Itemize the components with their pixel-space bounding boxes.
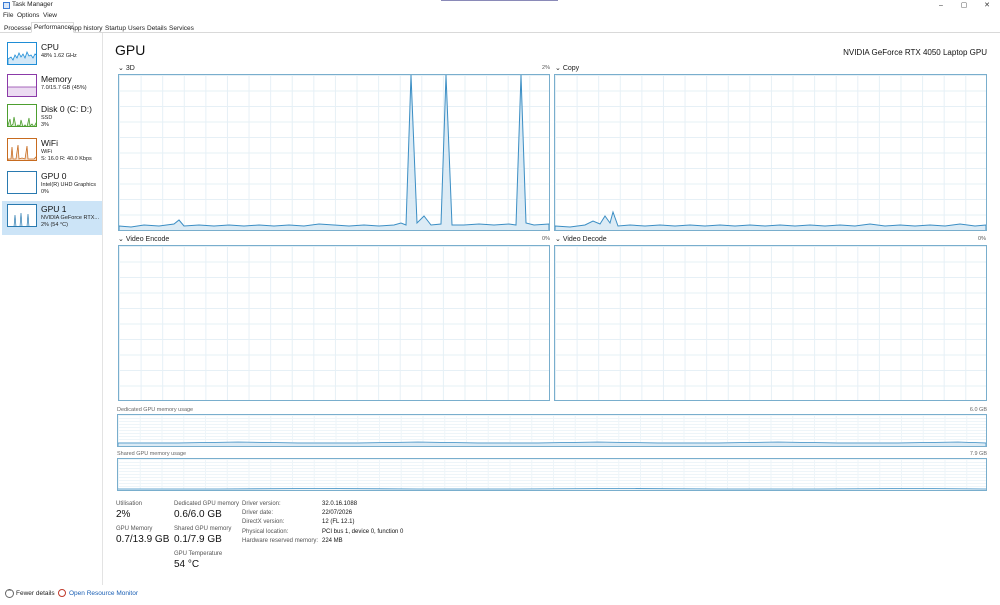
sidebar-item-detail: SSD [41, 115, 53, 121]
menu-view[interactable]: View [43, 12, 57, 19]
sidebar-item-gpu0[interactable]: GPU 0 Intel(R) UHD Graphics 0% [2, 168, 102, 202]
sidebar-item-label: WiFi [41, 138, 58, 148]
disk-thumbnail-graph [7, 104, 37, 127]
utilisation-value: 2% [116, 509, 131, 520]
collapse-chevron-icon: ⌄ [555, 65, 563, 72]
sidebar-item-detail: Intel(R) UHD Graphics [41, 182, 97, 188]
title-bar: Task Manager – ▢ ✕ [0, 0, 1000, 11]
physical-location-key: Physical location: [242, 529, 289, 535]
sidebar-item-gpu1[interactable]: GPU 1 NVIDIA GeForce RTX... 2% (54 °C) [2, 201, 102, 235]
sidebar-item-label: CPU [41, 42, 59, 52]
sidebar-item-label: Disk 0 (C: D:) [41, 104, 92, 114]
driver-date-key: Driver date: [242, 510, 274, 516]
sidebar-item-detail: WiFi [41, 149, 52, 155]
graph-video-decode [554, 245, 987, 401]
gpu-memory-value: 0.7/13.9 GB [116, 534, 170, 545]
sidebar-item-detail: 48% 1.62 GHz [41, 53, 77, 59]
dedicated-memory-label: Dedicated GPU memory usage [117, 407, 194, 413]
driver-version-value: 32.0.16.1088 [322, 501, 358, 507]
gpu-temperature-label: GPU Temperature [174, 551, 223, 557]
performance-sidebar: CPU 48% 1.62 GHz Memory 7.0/15.7 GB (45%… [0, 33, 103, 585]
graph-3d [118, 74, 550, 231]
sidebar-item-detail-2: 2% (54 °C) [41, 222, 68, 228]
fewer-details-button[interactable]: Fewer details [16, 590, 55, 597]
menu-bar: File Options View [0, 11, 1000, 21]
graph-copy [554, 74, 987, 231]
sidebar-item-detail: 7.0/15.7 GB (45%) [41, 85, 87, 91]
menu-file[interactable]: File [3, 12, 13, 19]
tab-services[interactable]: Services [166, 23, 197, 33]
sidebar-item-cpu[interactable]: CPU 48% 1.62 GHz [2, 39, 102, 73]
sidebar-item-disk[interactable]: Disk 0 (C: D:) SSD 3% [2, 101, 102, 135]
directx-version-value: 12 (FL 12.1) [322, 519, 355, 525]
graph-label-video-encode[interactable]: ⌄ Video Encode [118, 235, 169, 243]
window-title: Task Manager [12, 1, 53, 8]
graph-percent-video-encode: 0% [542, 236, 550, 242]
graph-percent-3d: 2% [542, 65, 550, 71]
shared-memory-label: Shared GPU memory usage [117, 451, 187, 457]
graph-percent-video-decode: 0% [978, 236, 986, 242]
reserved-memory-value: 224 MB [322, 538, 343, 544]
gpu-device-name: NVIDIA GeForce RTX 4050 Laptop GPU [843, 48, 987, 57]
dedicated-memory-max: 6.0 GB [969, 407, 987, 413]
dedicated-memory-stat-value: 0.6/6.0 GB [174, 509, 222, 520]
shared-memory-max: 7.9 GB [969, 451, 987, 457]
shared-memory-graph [117, 458, 987, 491]
wifi-thumbnail-graph [7, 138, 37, 161]
collapse-chevron-icon: ⌄ [118, 65, 126, 72]
graph-video-encode [118, 245, 550, 401]
driver-date-value: 22/07/2026 [322, 510, 353, 516]
dedicated-memory-graph [117, 414, 987, 447]
minimize-button[interactable]: – [930, 0, 952, 11]
shared-memory-stat-label: Shared GPU memory [174, 526, 232, 532]
sidebar-item-detail: NVIDIA GeForce RTX... [41, 215, 99, 221]
tab-app-history[interactable]: App history [67, 23, 106, 33]
cpu-thumbnail-graph [7, 42, 37, 65]
graph-label-video-decode[interactable]: ⌄ Video Decode [555, 235, 607, 243]
gpu0-thumbnail-graph [7, 171, 37, 194]
reserved-memory-key: Hardware reserved memory: [242, 538, 319, 544]
gpu-memory-label: GPU Memory [116, 526, 153, 532]
chevron-up-icon[interactable]: ⌃ [5, 589, 14, 598]
sidebar-item-label: GPU 1 [41, 204, 67, 214]
dedicated-memory-stat-label: Dedicated GPU memory [174, 501, 240, 507]
open-resource-monitor-link[interactable]: Open Resource Monitor [69, 590, 138, 597]
gpu-temperature-value: 54 °C [174, 559, 200, 570]
graph-label-3d[interactable]: ⌄ 3D [118, 64, 135, 72]
sidebar-item-label: Memory [41, 74, 72, 84]
sidebar-item-memory[interactable]: Memory 7.0/15.7 GB (45%) [2, 71, 102, 105]
gpu1-thumbnail-graph [7, 204, 37, 227]
memory-thumbnail-graph [7, 74, 37, 97]
utilisation-label: Utilisation [116, 501, 143, 507]
close-button[interactable]: ✕ [976, 0, 998, 11]
sidebar-item-detail-2: 3% [41, 122, 49, 128]
graph-label-copy[interactable]: ⌄ Copy [555, 64, 579, 72]
collapse-chevron-icon: ⌄ [555, 236, 563, 243]
restore-button[interactable]: ▢ [953, 0, 975, 11]
menu-options[interactable]: Options [17, 12, 39, 19]
resource-monitor-icon [58, 589, 66, 597]
tab-bar: Processes Performance App history Startu… [0, 22, 1000, 33]
sidebar-item-detail-2: S: 16.0 R: 40.0 Kbps [41, 156, 92, 162]
sidebar-item-label: GPU 0 [41, 171, 67, 181]
shared-memory-stat-value: 0.1/7.9 GB [174, 534, 222, 545]
collapse-chevron-icon: ⌄ [118, 236, 126, 243]
page-title: GPU [115, 42, 146, 58]
sidebar-item-wifi[interactable]: WiFi WiFi S: 16.0 R: 40.0 Kbps [2, 135, 102, 169]
driver-version-key: Driver version: [242, 501, 281, 507]
title-accent-line [441, 0, 558, 1]
sidebar-item-detail-2: 0% [41, 189, 49, 195]
directx-version-key: DirectX version: [242, 519, 285, 525]
physical-location-value: PCI bus 1, device 0, function 0 [322, 529, 404, 535]
task-manager-icon [3, 2, 10, 9]
